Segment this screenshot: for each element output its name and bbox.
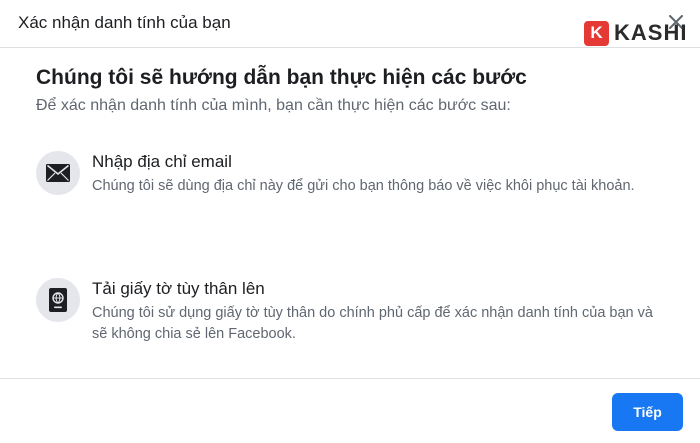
verify-identity-dialog: Xác nhận danh tính của bạn K KASHI Chúng… [0,0,700,443]
step-id-title: Tải giấy tờ tùy thân lên [92,279,265,298]
steps-subtitle: Để xác nhận danh tính của mình, bạn cần … [36,97,511,114]
id-document-icon [36,278,80,322]
steps-heading: Chúng tôi sẽ hướng dẫn bạn thực hiện các… [36,66,527,89]
envelope-icon [36,151,80,195]
step-email-title: Nhập địa chỉ email [92,152,232,171]
next-button[interactable]: Tiếp [612,393,683,431]
kashi-logo-text: KASHI [614,20,688,45]
kashi-watermark: K KASHI [584,20,687,46]
dialog-title: Xác nhận danh tính của bạn [18,13,231,32]
step-id-description: Chúng tôi sử dụng giấy tờ tùy thân do ch… [92,305,653,342]
step-email-description: Chúng tôi sẽ dùng địa chỉ này để gửi cho… [92,178,635,194]
kashi-logo-mark: K [584,20,609,46]
dialog-footer: Tiếp [0,378,700,443]
